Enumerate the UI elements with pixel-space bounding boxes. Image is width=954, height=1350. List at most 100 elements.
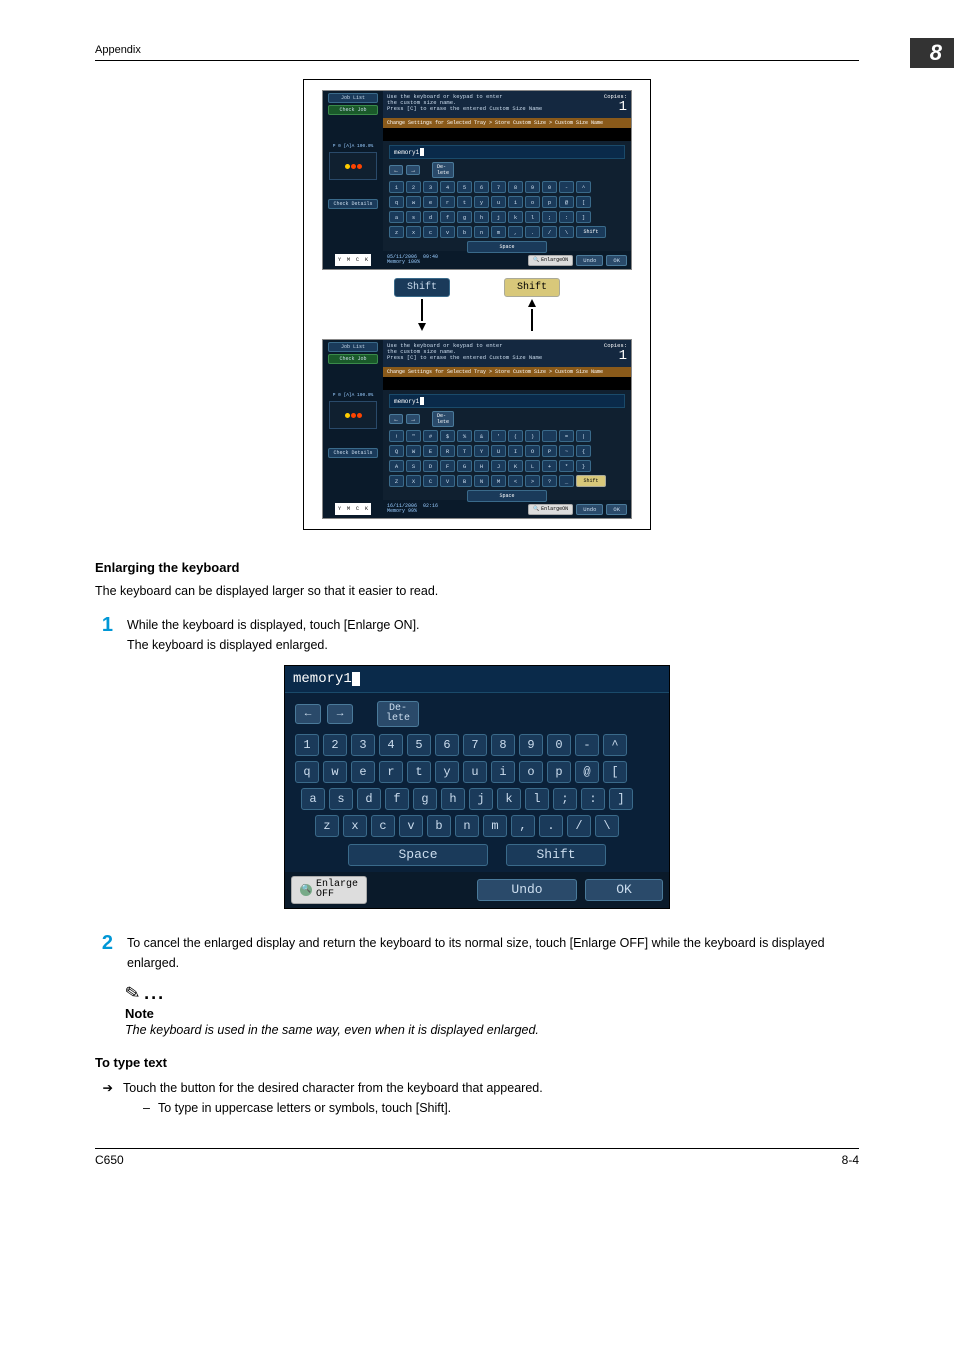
enlarged-input[interactable]: memory1 xyxy=(285,666,669,693)
key-8[interactable]: 8 xyxy=(491,734,515,756)
key-t[interactable]: t xyxy=(457,196,472,208)
space-key[interactable]: Space xyxy=(348,844,488,866)
key-C[interactable]: C xyxy=(423,475,438,487)
key-1[interactable]: 1 xyxy=(295,734,319,756)
key-~[interactable]: ~ xyxy=(559,445,574,457)
key-z[interactable]: z xyxy=(315,815,339,837)
key-8[interactable]: 8 xyxy=(508,181,523,193)
key-e[interactable]: e xyxy=(423,196,438,208)
key-D[interactable]: D xyxy=(423,460,438,472)
key-G[interactable]: G xyxy=(457,460,472,472)
enlarge-on-btn[interactable]: 🔍EnlargeON xyxy=(528,504,573,515)
check-details-btn[interactable]: Check Details xyxy=(328,448,378,458)
key-_[interactable]: _ xyxy=(559,475,574,487)
key-<[interactable]: < xyxy=(508,475,523,487)
key-&[interactable]: & xyxy=(474,430,489,442)
key-{[interactable]: { xyxy=(576,445,591,457)
key-[interactable] xyxy=(542,430,557,442)
key-v[interactable]: v xyxy=(440,226,455,238)
key-5[interactable]: 5 xyxy=(407,734,431,756)
key-2[interactable]: 2 xyxy=(323,734,347,756)
key-o[interactable]: o xyxy=(519,761,543,783)
key-f[interactable]: f xyxy=(440,211,455,223)
key-t[interactable]: t xyxy=(407,761,431,783)
ok-btn[interactable]: OK xyxy=(585,879,663,901)
key-p[interactable]: p xyxy=(547,761,571,783)
key-;[interactable]: ; xyxy=(542,211,557,223)
shift-key[interactable]: Shift xyxy=(576,226,606,238)
key-'[interactable]: ' xyxy=(491,430,506,442)
key-%[interactable]: % xyxy=(457,430,472,442)
key-:[interactable]: : xyxy=(581,788,605,810)
key-9[interactable]: 9 xyxy=(525,181,540,193)
key-,[interactable]: , xyxy=(511,815,535,837)
key-b[interactable]: b xyxy=(427,815,451,837)
undo-btn[interactable]: Undo xyxy=(576,255,603,266)
key-V[interactable]: V xyxy=(440,475,455,487)
key-.[interactable]: . xyxy=(525,226,540,238)
key-L[interactable]: L xyxy=(525,460,540,472)
key-M[interactable]: M xyxy=(491,475,506,487)
job-list-tab[interactable]: Job List xyxy=(328,93,378,103)
enlarge-on-btn[interactable]: 🔍EnlargeON xyxy=(528,255,573,266)
key-Y[interactable]: Y xyxy=(474,445,489,457)
key-u[interactable]: u xyxy=(491,196,506,208)
key-E[interactable]: E xyxy=(423,445,438,457)
ok-btn[interactable]: OK xyxy=(606,504,627,515)
caret-right-icon[interactable]: → xyxy=(327,704,353,724)
key-2[interactable]: 2 xyxy=(406,181,421,193)
key-*[interactable]: * xyxy=(559,460,574,472)
key-N[interactable]: N xyxy=(474,475,489,487)
key-a[interactable]: a xyxy=(389,211,404,223)
undo-btn[interactable]: Undo xyxy=(576,504,603,515)
key-?[interactable]: ? xyxy=(542,475,557,487)
key-i[interactable]: i xyxy=(491,761,515,783)
key-n[interactable]: n xyxy=(455,815,479,837)
key-Q[interactable]: Q xyxy=(389,445,404,457)
key-W[interactable]: W xyxy=(406,445,421,457)
key-[[interactable]: [ xyxy=(603,761,627,783)
key-f[interactable]: f xyxy=(385,788,409,810)
key-@[interactable]: @ xyxy=(575,761,599,783)
key-g[interactable]: g xyxy=(457,211,472,223)
key-0[interactable]: 0 xyxy=(547,734,571,756)
key-b[interactable]: b xyxy=(457,226,472,238)
undo-btn[interactable]: Undo xyxy=(477,879,577,901)
key-#[interactable]: # xyxy=(423,430,438,442)
key-d[interactable]: d xyxy=(423,211,438,223)
key-h[interactable]: h xyxy=(474,211,489,223)
key-x[interactable]: x xyxy=(406,226,421,238)
key-k[interactable]: k xyxy=(508,211,523,223)
key-m[interactable]: m xyxy=(483,815,507,837)
key-q[interactable]: q xyxy=(295,761,319,783)
key-l[interactable]: l xyxy=(525,788,549,810)
job-list-tab[interactable]: Job List xyxy=(328,342,378,352)
key-6[interactable]: 6 xyxy=(474,181,489,193)
key-Z[interactable]: Z xyxy=(389,475,404,487)
caret-left-icon[interactable]: ← xyxy=(389,414,403,424)
caret-left-icon[interactable]: ← xyxy=(295,704,321,724)
key-o[interactable]: o xyxy=(525,196,540,208)
check-details-btn[interactable]: Check Details xyxy=(328,199,378,209)
key-y[interactable]: y xyxy=(435,761,459,783)
key-|[interactable]: | xyxy=(576,430,591,442)
key-T[interactable]: T xyxy=(457,445,472,457)
key-h[interactable]: h xyxy=(441,788,465,810)
key-z[interactable]: z xyxy=(389,226,404,238)
delete-btn[interactable]: De- lete xyxy=(432,162,454,178)
key-c[interactable]: c xyxy=(371,815,395,837)
key-l[interactable]: l xyxy=(525,211,540,223)
key-"[interactable]: " xyxy=(406,430,421,442)
delete-btn[interactable]: De- lete xyxy=(377,701,419,727)
key-![interactable]: ! xyxy=(389,430,404,442)
key-5[interactable]: 5 xyxy=(457,181,472,193)
key-v[interactable]: v xyxy=(399,815,423,837)
caret-right-icon[interactable]: → xyxy=(406,414,420,424)
check-job-btn[interactable]: Check Job xyxy=(328,354,378,364)
shift-key[interactable]: Shift xyxy=(576,475,606,487)
key-j[interactable]: j xyxy=(469,788,493,810)
key-4[interactable]: 4 xyxy=(379,734,403,756)
key-6[interactable]: 6 xyxy=(435,734,459,756)
key-+[interactable]: + xyxy=(542,460,557,472)
key-w[interactable]: w xyxy=(406,196,421,208)
